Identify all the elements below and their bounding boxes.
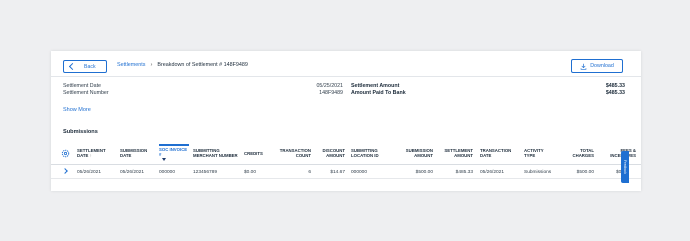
cell-settlement-amount: $485.33 (455, 170, 473, 175)
settlement-date-label: Settlement Date (63, 83, 101, 89)
breadcrumb-separator: › (150, 62, 153, 68)
back-label: Back (84, 63, 96, 70)
sort-icon: ↑ (89, 153, 92, 159)
cell-discount-amount: $14.67 (330, 170, 345, 175)
show-more-link[interactable]: Show More (63, 107, 91, 113)
cell-credits: $0.00 (244, 170, 257, 175)
header-soc-invoice[interactable]: SOC Invoice # (159, 144, 189, 162)
summary-row-1: Settlement Date 05/25/2021 Settlement Am… (63, 83, 625, 90)
breadcrumb: Settlements › Breakdown of Settlement # … (117, 62, 248, 68)
download-label: Download (590, 63, 614, 69)
chevron-left-icon (68, 62, 77, 71)
header-discount-amount[interactable]: Discount Amount (315, 148, 345, 158)
settlement-date-value: 05/25/2021 (316, 83, 343, 89)
header-submission-amount[interactable]: Submission Amount (395, 148, 433, 158)
header-submitting-merchant-number[interactable]: Submitting Merchant Number (193, 148, 239, 158)
settlement-card: Back Settlements › Breakdown of Settleme… (51, 51, 641, 191)
cell-submission-amount: $500.00 (415, 170, 433, 175)
back-button[interactable]: Back (63, 60, 107, 73)
breadcrumb-settlements-link[interactable]: Settlements (117, 62, 145, 68)
header-fees-incentives[interactable]: Fees & Incentives (596, 148, 636, 158)
header-settlement-amount[interactable]: Settlement Amount (437, 148, 473, 158)
cell-transaction-count: 6 (308, 170, 311, 175)
header-transaction-count[interactable]: Transaction Count (273, 148, 311, 158)
header-submitting-location-id[interactable]: Submitting Location ID (351, 148, 393, 158)
summary-row-2: Settlement Number 148F9489 Amount Paid T… (63, 90, 625, 97)
download-button[interactable]: Download (571, 59, 623, 73)
feedback-tab[interactable]: Feedback (621, 151, 629, 183)
table-row[interactable]: 05/26/2021 05/26/2021 000000 123456789 $… (51, 165, 641, 179)
amount-paid-value: $485.33 (605, 90, 625, 96)
cell-settlement-date: 05/26/2021 (77, 170, 102, 175)
download-icon (580, 63, 587, 70)
cell-submitting-merchant-number: 123456789 (193, 170, 218, 175)
header-settlement-date[interactable]: Settlement Date ↑ (77, 148, 111, 158)
header-transaction-date[interactable]: Transaction Date (480, 148, 514, 158)
submissions-heading: Submissions (63, 129, 98, 135)
cell-transaction-date: 05/26/2021 (480, 170, 505, 175)
amount-paid-label: Amount Paid To Bank (351, 90, 406, 96)
cell-activity-type: Submissions (524, 170, 552, 175)
header-submission-date[interactable]: Submission Date (120, 148, 152, 158)
cell-total-charges: $500.00 (576, 170, 594, 175)
chevron-right-icon[interactable] (62, 168, 68, 174)
cell-soc-invoice: 000000 (159, 170, 176, 175)
cell-submission-date: 05/26/2021 (120, 170, 145, 175)
sort-down-icon (162, 158, 166, 162)
settlement-number-label: Settlement Number (63, 90, 109, 96)
header-credits[interactable]: Credits (244, 151, 268, 156)
settlement-number-value: 148F9489 (319, 90, 343, 96)
settlement-amount-label: Settlement Amount (351, 83, 400, 89)
table-header: Settlement Date ↑ Submission Date SOC In… (51, 142, 641, 165)
top-bar: Back Settlements › Breakdown of Settleme… (51, 51, 641, 77)
breadcrumb-current: Breakdown of Settlement # 148F9489 (157, 62, 248, 68)
cell-submitting-location-id: 000000 (351, 170, 368, 175)
submissions-table: Settlement Date ↑ Submission Date SOC In… (51, 142, 641, 188)
settlement-amount-value: $485.33 (605, 83, 625, 89)
gear-icon[interactable] (61, 149, 70, 158)
header-activity-type[interactable]: Activity Type (524, 148, 552, 158)
header-total-charges[interactable]: Total Charges (564, 148, 595, 158)
